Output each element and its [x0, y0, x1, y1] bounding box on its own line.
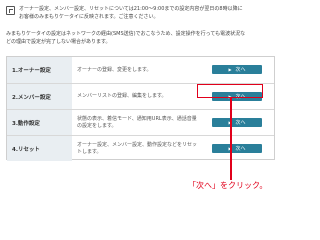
table-row: 1.オーナー設定 オーナーの登録、変更をします。 ▶ 次へ: [7, 57, 274, 83]
highlight-box: [197, 84, 263, 98]
notice-line-1: オーナー設定、メンバー設定、リセットについては21:00～9:00までの設定内容…: [19, 6, 243, 12]
next-button-reset[interactable]: ▶次へ: [212, 144, 262, 153]
row-label-member: 2.メンバー設定: [7, 84, 72, 109]
row-desc-member: メンバーリストの登録、編集をします。: [77, 93, 167, 99]
arrow-icon: ▶: [228, 67, 232, 72]
table-row: 4.リセット オーナー設定、メンバー設定、動作設定などをリセットします。 ▶次へ: [7, 135, 274, 161]
row-label-behavior: 3.動作設定: [7, 110, 72, 135]
notice-line-2: お客様のみまもりケータイに反映されます。ご注意ください。: [19, 14, 159, 20]
row-desc-owner: オーナーの登録、変更をします。: [77, 66, 152, 73]
settings-table: 1.オーナー設定 オーナーの登録、変更をします。 ▶ 次へ 2.メンバー設定 メン…: [6, 56, 275, 161]
notice-icon: [6, 6, 15, 15]
row-desc-behavior: 状態の表示、着信モード、通知用URL表示、通話音量の設定をします。: [77, 115, 197, 129]
network-note-line-1: みまもりケータイの設定はネットワークの経由(SMS送信)でおこなうため、設定操作…: [6, 31, 246, 37]
table-row: 3.動作設定 状態の表示、着信モード、通知用URL表示、通話音量の設定をします。…: [7, 109, 274, 135]
row-desc-reset: オーナー設定、メンバー設定、動作設定などをリセットします。: [77, 141, 198, 155]
row-label-reset: 4.リセット: [7, 136, 72, 161]
next-button-behavior[interactable]: ▶次へ: [212, 118, 262, 127]
next-button-label: 次へ: [235, 120, 246, 126]
network-note-line-2: どの理由で設定が完了しない場合があります。: [6, 39, 111, 45]
callout-text: 「次へ」をクリック。: [188, 181, 268, 190]
next-button-owner[interactable]: ▶ 次へ: [212, 65, 262, 74]
callout-line: [230, 98, 232, 180]
next-button-label: 次へ: [235, 67, 246, 73]
next-button-label: 次へ: [235, 146, 246, 152]
row-label-owner: 1.オーナー設定: [7, 57, 72, 83]
